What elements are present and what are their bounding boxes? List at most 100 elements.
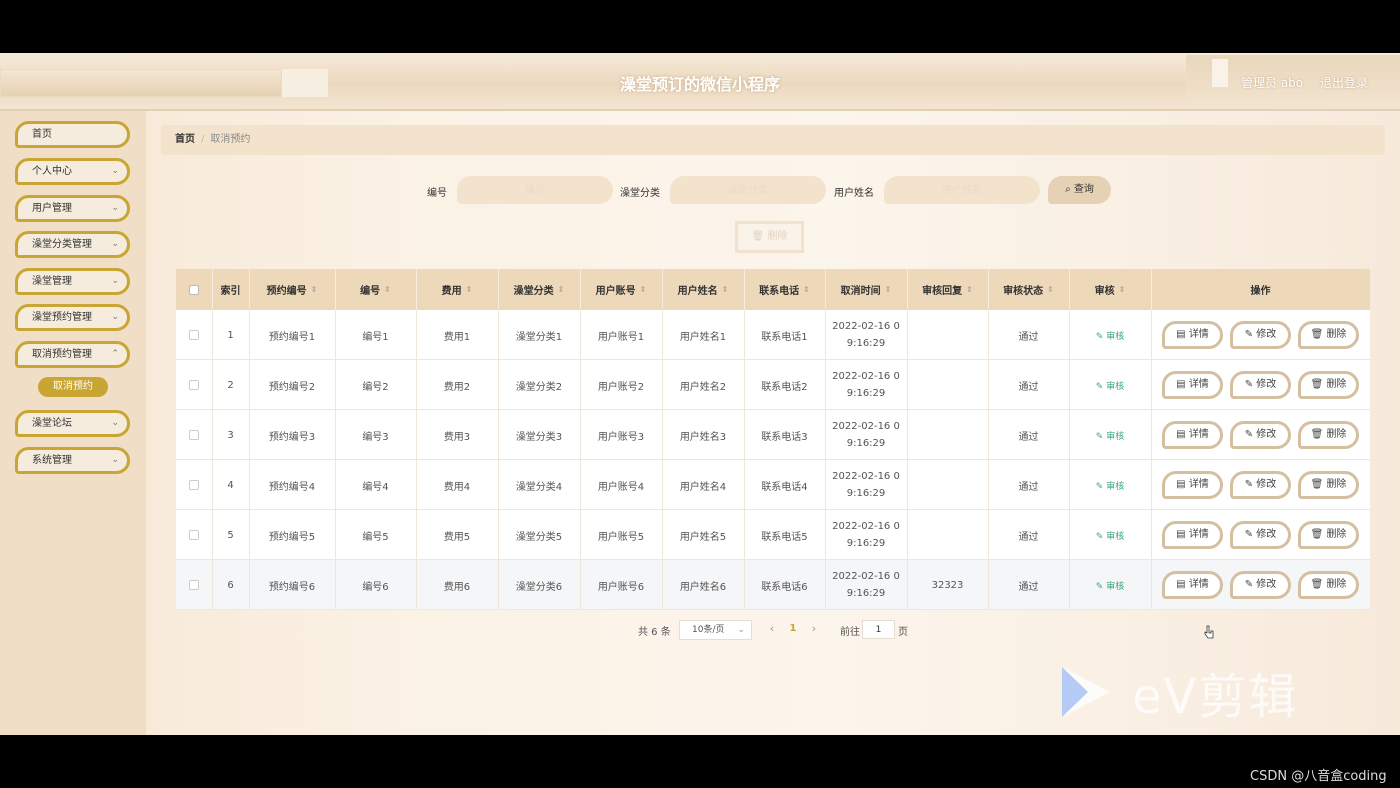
- cell-status: 通过: [1018, 531, 1039, 543]
- cell-fee: 费用3: [443, 431, 471, 443]
- row-select-cell: [176, 510, 212, 560]
- sort-icon[interactable]: ⇕: [966, 285, 973, 294]
- sort-icon[interactable]: ⇕: [885, 285, 892, 294]
- table-cell: 用户姓名5: [662, 510, 744, 560]
- detail-button[interactable]: ▤ 详情: [1162, 321, 1223, 349]
- delete-button[interactable]: 🗑 删除: [1298, 321, 1359, 349]
- sort-icon[interactable]: ⇕: [384, 285, 391, 294]
- sort-icon[interactable]: ⇕: [1047, 285, 1054, 294]
- sidebar-item-home[interactable]: 首页: [15, 121, 130, 148]
- sidebar-item-cancel-booking-management[interactable]: 取消预约管理 ⌃: [15, 341, 130, 368]
- edit-button[interactable]: ✎ 修改: [1230, 321, 1291, 349]
- page-size-select[interactable]: 10条/页 ⌄: [679, 620, 752, 640]
- audit-link[interactable]: ✎ 审核: [1096, 479, 1124, 492]
- column-header[interactable]: 取消时间 ⇕: [825, 269, 907, 310]
- logout-link[interactable]: 退出登录: [1320, 74, 1368, 91]
- sort-icon[interactable]: ⇕: [803, 285, 810, 294]
- row-checkbox[interactable]: [189, 530, 199, 540]
- sidebar-item-user-management[interactable]: 用户管理 ⌄: [15, 195, 130, 222]
- row-checkbox[interactable]: [189, 580, 199, 590]
- delete-button[interactable]: 🗑 删除: [1298, 371, 1359, 399]
- table-cell: 通过: [988, 360, 1069, 410]
- column-divider: [662, 269, 663, 310]
- column-header[interactable]: 用户姓名 ⇕: [662, 269, 744, 310]
- sort-icon[interactable]: ⇕: [311, 285, 318, 294]
- column-header[interactable]: 审核状态 ⇕: [988, 269, 1069, 310]
- column-header[interactable]: 审核回复 ⇕: [907, 269, 988, 310]
- goto-page-input[interactable]: [862, 620, 895, 639]
- search-button[interactable]: ⌕ 查询: [1048, 176, 1111, 204]
- delete-button[interactable]: 🗑 删除: [1298, 521, 1359, 549]
- breadcrumb-home[interactable]: 首页: [175, 134, 195, 145]
- detail-button[interactable]: ▤ 详情: [1162, 421, 1223, 449]
- bulk-delete-button[interactable]: 🗑 删除: [735, 221, 804, 253]
- ev-logo-icon: [1062, 667, 1110, 717]
- table-cell: 5: [212, 510, 249, 560]
- column-header[interactable]: 用户账号 ⇕: [580, 269, 662, 310]
- sidebar-item-personal-center[interactable]: 个人中心 ⌄: [15, 158, 130, 185]
- edit-button[interactable]: ✎ 修改: [1230, 571, 1291, 599]
- column-header[interactable]: 编号 ⇕: [335, 269, 416, 310]
- sort-icon[interactable]: ⇕: [640, 285, 647, 294]
- cell-idx: 5: [227, 529, 234, 541]
- edit-button[interactable]: ✎ 修改: [1230, 471, 1291, 499]
- delete-button[interactable]: 🗑 删除: [1298, 471, 1359, 499]
- sidebar-subitem-cancel-booking[interactable]: 取消预约: [38, 377, 108, 397]
- edit-button[interactable]: ✎ 修改: [1230, 421, 1291, 449]
- bulk-delete-label: 删除: [767, 231, 788, 242]
- cell-cat: 澡堂分类1: [515, 331, 563, 343]
- column-header[interactable]: 澡堂分类 ⇕: [498, 269, 580, 310]
- table-cell: 编号5: [335, 510, 416, 560]
- sidebar-item-system-management[interactable]: 系统管理 ⌄: [15, 447, 130, 474]
- prev-page-button[interactable]: ‹: [762, 619, 782, 639]
- table-cell: 编号3: [335, 410, 416, 460]
- detail-button[interactable]: ▤ 详情: [1162, 471, 1223, 499]
- detail-button[interactable]: ▤ 详情: [1162, 371, 1223, 399]
- page-number-current[interactable]: 1: [784, 619, 802, 639]
- row-checkbox[interactable]: [189, 480, 199, 490]
- table-cell: 通过: [988, 410, 1069, 460]
- column-header: 操作: [1151, 269, 1370, 310]
- column-header[interactable]: 费用 ⇕: [416, 269, 498, 310]
- column-divider: [580, 269, 581, 310]
- search-username-input[interactable]: [884, 176, 1040, 204]
- audit-link[interactable]: ✎ 审核: [1096, 529, 1124, 542]
- edit-button[interactable]: ✎ 修改: [1230, 371, 1291, 399]
- sort-icon[interactable]: ⇕: [722, 285, 729, 294]
- search-code-input[interactable]: [457, 176, 613, 204]
- edit-button[interactable]: ✎ 修改: [1230, 521, 1291, 549]
- table-cell: [907, 310, 988, 360]
- search-category-input[interactable]: [670, 176, 826, 204]
- column-header[interactable]: 联系电话 ⇕: [744, 269, 825, 310]
- trash-icon: 🗑: [1310, 529, 1327, 540]
- sort-icon[interactable]: ⇕: [558, 285, 565, 294]
- sort-icon[interactable]: ⇕: [1119, 285, 1126, 294]
- audit-link[interactable]: ✎ 审核: [1096, 429, 1124, 442]
- next-page-button[interactable]: ›: [804, 619, 824, 639]
- audit-link[interactable]: ✎ 审核: [1096, 379, 1124, 392]
- row-checkbox[interactable]: [189, 330, 199, 340]
- row-checkbox[interactable]: [189, 380, 199, 390]
- table-cell: 费用3: [416, 410, 498, 460]
- detail-button[interactable]: ▤ 详情: [1162, 571, 1223, 599]
- audit-link[interactable]: ✎ 审核: [1096, 329, 1124, 342]
- column-header[interactable]: 审核 ⇕: [1069, 269, 1151, 310]
- column-header-label: 联系电话: [759, 286, 800, 297]
- row-checkbox[interactable]: [189, 430, 199, 440]
- table-cell: 通过: [988, 560, 1069, 610]
- delete-button[interactable]: 🗑 删除: [1298, 571, 1359, 599]
- sidebar-item-bath-management[interactable]: 澡堂管理 ⌄: [15, 268, 130, 295]
- select-all-checkbox[interactable]: [189, 284, 199, 295]
- audit-link[interactable]: ✎ 审核: [1096, 579, 1124, 592]
- sidebar-item-booking-management[interactable]: 澡堂预约管理 ⌄: [15, 304, 130, 331]
- detail-button[interactable]: ▤ 详情: [1162, 521, 1223, 549]
- sidebar-item-bath-category-management[interactable]: 澡堂分类管理 ⌄: [15, 231, 130, 258]
- sidebar-item-forum[interactable]: 澡堂论坛 ⌄: [15, 410, 130, 437]
- cell-code: 编号6: [362, 581, 389, 593]
- delete-button[interactable]: 🗑 删除: [1298, 421, 1359, 449]
- sort-icon[interactable]: ⇕: [466, 285, 473, 294]
- trash-icon: 🗑: [1310, 379, 1327, 390]
- table-cell: 2022-02-16 0 9:16:29: [825, 460, 907, 510]
- column-header[interactable]: 预约编号 ⇕: [249, 269, 335, 310]
- sidebar-item-label: 澡堂分类管理: [32, 239, 92, 250]
